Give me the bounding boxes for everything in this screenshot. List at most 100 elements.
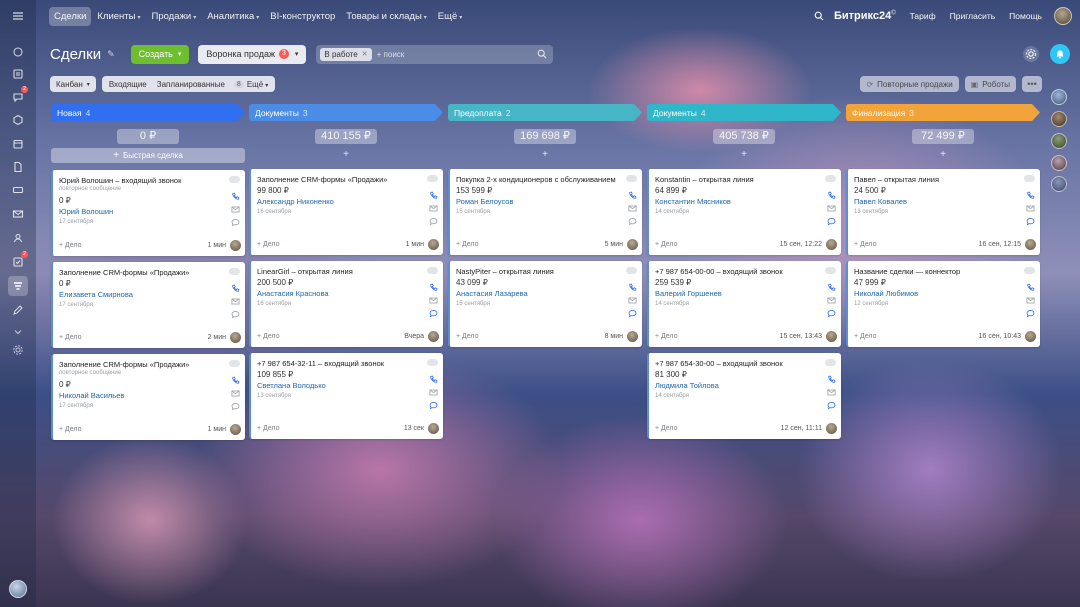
deal-card[interactable]: +7 987 654-32-11 – входящий звонок 109 8… [249, 353, 443, 439]
deal-title[interactable]: Заполнение CRM-формы «Продажи» [257, 175, 423, 184]
quick-deal-button[interactable]: + Быстрая сделка [51, 148, 245, 163]
more-actions-button[interactable]: ••• [1022, 76, 1042, 92]
pin-icon[interactable]: ✎ [107, 49, 115, 60]
chat-icon[interactable] [1026, 309, 1035, 318]
funnel-selector[interactable]: Воронка продаж 3 ▾ [198, 44, 307, 64]
phone-icon[interactable] [628, 283, 637, 292]
mail-icon[interactable] [826, 388, 836, 397]
column-header[interactable]: Новая 4 [51, 104, 245, 121]
chat-icon[interactable] [231, 218, 240, 227]
chat-icon[interactable]: 2 [8, 86, 28, 107]
deal-title[interactable]: +7 987 654-00-00 – входящий звонок [655, 267, 821, 276]
add-activity-link[interactable]: + Дело [655, 333, 678, 340]
mail-icon[interactable] [826, 204, 836, 213]
chat-icon[interactable] [231, 402, 240, 411]
profile-avatar[interactable] [1054, 7, 1072, 25]
responsible-avatar[interactable] [230, 423, 241, 435]
deal-card[interactable]: Konstantin – открытая линия 64 899 ₽ Кон… [647, 169, 841, 255]
deal-card[interactable]: +7 987 654-30-00 – входящий звонок 81 30… [647, 353, 841, 439]
phone-icon[interactable] [429, 375, 438, 384]
rail-avatar[interactable] [1051, 155, 1067, 171]
responsible-avatar[interactable] [826, 422, 837, 434]
deal-title[interactable]: Покупка 2-х кондиционеров с обслуживание… [456, 175, 622, 184]
column-header[interactable]: Документы 4 [647, 104, 841, 121]
responsible-avatar[interactable] [627, 238, 638, 250]
chat-icon[interactable] [827, 217, 836, 226]
more-counters[interactable]: Ещё [247, 80, 273, 89]
phone-icon[interactable] [628, 191, 637, 200]
crm-icon[interactable] [8, 276, 28, 296]
rail-avatar[interactable] [1051, 111, 1067, 127]
column-header[interactable]: Финализация 3 [846, 104, 1040, 121]
mail-icon[interactable] [627, 296, 637, 305]
chat-icon[interactable] [429, 217, 438, 226]
search-icon[interactable] [814, 11, 824, 21]
chat-icon[interactable] [827, 401, 836, 410]
help-link[interactable]: Помощь [1009, 11, 1042, 21]
responsible-avatar[interactable] [428, 238, 439, 250]
incoming-counter[interactable]: Входящие [104, 80, 152, 89]
repeat-sales-button[interactable]: ⟳ Повторные продажи [860, 76, 959, 92]
deal-card[interactable]: Покупка 2-х кондиционеров с обслуживание… [448, 169, 642, 255]
deal-title[interactable]: Павел – открытая линия [854, 175, 1020, 184]
add-activity-link[interactable]: + Дело [59, 426, 82, 433]
contacts-icon[interactable] [8, 228, 28, 248]
add-activity-link[interactable]: + Дело [456, 241, 479, 248]
nav-analytics[interactable]: Аналитика [202, 7, 264, 26]
filter-search[interactable]: В работе ✕ + поиск [316, 44, 554, 64]
phone-icon[interactable] [827, 283, 836, 292]
add-deal-button[interactable]: + [448, 148, 642, 162]
search-input[interactable]: + поиск [377, 50, 405, 59]
deal-title[interactable]: Название сделки — коннектор [854, 267, 1020, 276]
chat-icon[interactable] [827, 309, 836, 318]
deal-card[interactable]: Заполнение CRM-формы «Продажи» 0 ₽ Елиза… [51, 262, 245, 348]
planned-counter[interactable]: Запланированные [152, 80, 230, 89]
create-button[interactable]: Создать [130, 44, 190, 64]
phone-icon[interactable] [231, 376, 240, 385]
rail-avatar[interactable] [1051, 133, 1067, 149]
deal-title[interactable]: +7 987 654-30-00 – входящий звонок [655, 359, 821, 368]
add-activity-link[interactable]: + Дело [257, 333, 280, 340]
responsible-avatar[interactable] [1025, 330, 1036, 342]
add-activity-link[interactable]: + Дело [854, 333, 877, 340]
search-icon[interactable] [537, 49, 547, 59]
rail-avatar[interactable] [1051, 89, 1067, 105]
add-deal-button[interactable]: + [249, 148, 443, 162]
deal-card[interactable]: Название сделки — коннектор 47 999 ₽ Ник… [846, 261, 1040, 347]
deal-client[interactable]: Елизавета Смирнова [59, 290, 133, 299]
gear-icon[interactable] [1022, 45, 1040, 63]
deal-client[interactable]: Анастасия Краснова [257, 289, 329, 298]
mail-icon[interactable] [230, 297, 240, 306]
column-header[interactable]: Документы 3 [249, 104, 443, 121]
deal-title[interactable]: NastyPiter – открытая линия [456, 267, 622, 276]
deal-client[interactable]: Роман Белоусов [456, 197, 513, 206]
phone-icon[interactable] [231, 192, 240, 201]
deal-client[interactable]: Константин Мясников [655, 197, 731, 206]
phone-icon[interactable] [1026, 283, 1035, 292]
mail-icon[interactable] [1025, 296, 1035, 305]
chat-icon[interactable] [231, 310, 240, 319]
deal-client[interactable]: Павел Ковалев [854, 197, 907, 206]
tasks-icon[interactable]: 2 [8, 251, 28, 272]
phone-icon[interactable] [827, 191, 836, 200]
deal-client[interactable]: Людмила Тойлова [655, 381, 719, 390]
deal-card[interactable]: Юрий Волошин – входящий звонок повторное… [51, 170, 245, 256]
filter-chip[interactable]: В работе ✕ [320, 47, 372, 61]
deal-card[interactable]: Заполнение CRM-формы «Продажи» повторное… [51, 354, 245, 440]
deal-card[interactable]: LinearGirl – открытая линия 200 500 ₽ Ан… [249, 261, 443, 347]
user-avatar[interactable] [9, 580, 27, 598]
add-activity-link[interactable]: + Дело [59, 242, 82, 249]
deal-title[interactable]: +7 987 654-32-11 – входящий звонок [257, 359, 423, 368]
deal-title[interactable]: Konstantin – открытая линия [655, 175, 821, 184]
phone-icon[interactable] [429, 283, 438, 292]
add-activity-link[interactable]: + Дело [655, 425, 678, 432]
deal-title[interactable]: Заполнение CRM-формы «Продажи» [59, 268, 225, 277]
nav-more[interactable]: Ещё [433, 7, 467, 26]
deal-card[interactable]: Заполнение CRM-формы «Продажи» 99 800 ₽ … [249, 169, 443, 255]
responsible-avatar[interactable] [428, 422, 439, 434]
deal-client[interactable]: Николай Любимов [854, 289, 918, 298]
invite-link[interactable]: Пригласить [950, 11, 996, 21]
add-activity-link[interactable]: + Дело [655, 241, 678, 248]
chat-icon[interactable] [1026, 217, 1035, 226]
groups-icon[interactable] [8, 110, 28, 130]
